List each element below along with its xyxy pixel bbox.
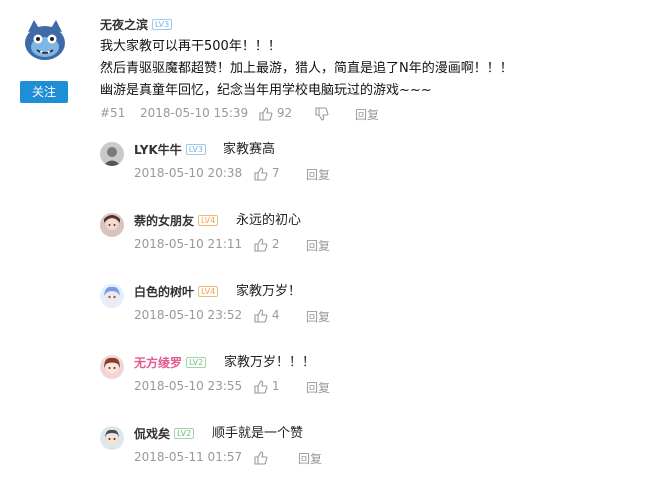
reply-text: 家教赛高 xyxy=(223,142,276,157)
reply-text: 家教万岁！ xyxy=(236,284,302,299)
level-badge: LV3 xyxy=(152,19,173,30)
thumbs-up-icon xyxy=(254,308,268,323)
like-count: 2 xyxy=(271,237,280,251)
like-button[interactable] xyxy=(254,450,268,465)
username[interactable]: 侃戏矣 xyxy=(134,427,170,441)
like-button[interactable]: 1 xyxy=(254,379,279,394)
avatar[interactable] xyxy=(100,355,124,379)
reply-button[interactable]: 回复 xyxy=(306,308,330,325)
floor-number: #51 xyxy=(100,106,126,120)
reply-header: 萘的女朋友 LV4 xyxy=(134,210,219,229)
username[interactable]: LYK牛牛 xyxy=(134,143,182,157)
avatar[interactable] xyxy=(100,213,124,237)
comment-header: 无夜之滨 LV3 xyxy=(100,14,173,33)
like-count: 7 xyxy=(271,166,280,180)
like-button[interactable]: 7 xyxy=(254,166,279,181)
avatar-image xyxy=(100,284,124,308)
timestamp: 2018-05-10 23:55 xyxy=(134,379,243,393)
reply-header: 白色的树叶 LV4 xyxy=(134,281,219,300)
level-badge: LV4 xyxy=(198,286,219,297)
thumbs-up-icon xyxy=(254,166,268,181)
reply-header: 无方绫罗 LV2 xyxy=(134,352,207,371)
level-badge: LV2 xyxy=(186,357,207,368)
like-button[interactable]: 92 xyxy=(259,106,292,121)
reply-text: 永远的初心 xyxy=(236,213,302,228)
like-count: 1 xyxy=(271,379,280,393)
reply-header: 侃戏矣 LV2 xyxy=(134,423,195,442)
timestamp: 2018-05-10 15:39 xyxy=(140,106,249,120)
avatar-image xyxy=(100,355,124,379)
level-badge: LV4 xyxy=(198,215,219,226)
avatar-image xyxy=(100,426,124,450)
thumbs-up-icon xyxy=(254,450,268,465)
reply-meta: 2018-05-11 01:57 回复 xyxy=(134,450,434,466)
reply-button[interactable]: 回复 xyxy=(298,450,322,467)
username[interactable]: 白色的树叶 xyxy=(134,285,194,299)
thumbs-up-icon xyxy=(254,379,268,394)
comment-meta: #51 2018-05-10 15:39 92 回复 xyxy=(100,106,500,122)
timestamp: 2018-05-11 01:57 xyxy=(134,450,243,464)
reply-text: 家教万岁！！！ xyxy=(224,355,316,370)
like-count: 92 xyxy=(276,106,293,120)
comment-text-line: 幽游是真童年回忆，纪念当年用学校电脑玩过的游戏~~~ xyxy=(100,83,432,98)
follow-button[interactable]: 关注 xyxy=(20,81,68,103)
avatar[interactable] xyxy=(100,426,124,450)
thumbs-down-icon xyxy=(315,106,329,121)
thumbs-up-icon xyxy=(254,237,268,252)
like-button[interactable]: 2 xyxy=(254,237,279,252)
reply-button[interactable]: 回复 xyxy=(355,106,379,123)
username[interactable]: 无夜之滨 xyxy=(100,18,148,32)
reply-meta: 2018-05-10 21:11 2 回复 xyxy=(134,237,434,253)
reply-meta: 2018-05-10 23:52 4 回复 xyxy=(134,308,434,324)
like-button[interactable]: 4 xyxy=(254,308,279,323)
reply-text: 顺手就是一个赞 xyxy=(212,426,304,441)
username[interactable]: 无方绫罗 xyxy=(134,356,182,370)
dislike-button[interactable] xyxy=(315,106,329,121)
level-badge: LV3 xyxy=(185,144,206,155)
reply-meta: 2018-05-10 23:55 1 回复 xyxy=(134,379,434,395)
username[interactable]: 萘的女朋友 xyxy=(134,214,194,228)
reply-meta: 2018-05-10 20:38 7 回复 xyxy=(134,166,434,182)
comment-text-line: 然后青驱驱魔都超赞！加上最游，猎人，简直是追了N年的漫画啊！！！ xyxy=(100,61,513,76)
reply-button[interactable]: 回复 xyxy=(306,237,330,254)
avatar-image xyxy=(25,20,65,60)
comment-text-line: 我大家教可以再干500年！！！ xyxy=(100,39,281,54)
like-count: 4 xyxy=(271,308,280,322)
avatar-image xyxy=(100,213,124,237)
timestamp: 2018-05-10 21:11 xyxy=(134,237,243,251)
timestamp: 2018-05-10 20:38 xyxy=(134,166,243,180)
reply-header: LYK牛牛 LV3 xyxy=(134,139,206,158)
avatar[interactable] xyxy=(100,142,124,166)
avatar[interactable] xyxy=(100,284,124,308)
reply-button[interactable]: 回复 xyxy=(306,166,330,183)
avatar[interactable] xyxy=(20,14,70,64)
thumbs-up-icon xyxy=(259,106,273,121)
level-badge: LV2 xyxy=(174,428,195,439)
avatar-image xyxy=(100,142,124,166)
reply-button[interactable]: 回复 xyxy=(306,379,330,396)
timestamp: 2018-05-10 23:52 xyxy=(134,308,243,322)
